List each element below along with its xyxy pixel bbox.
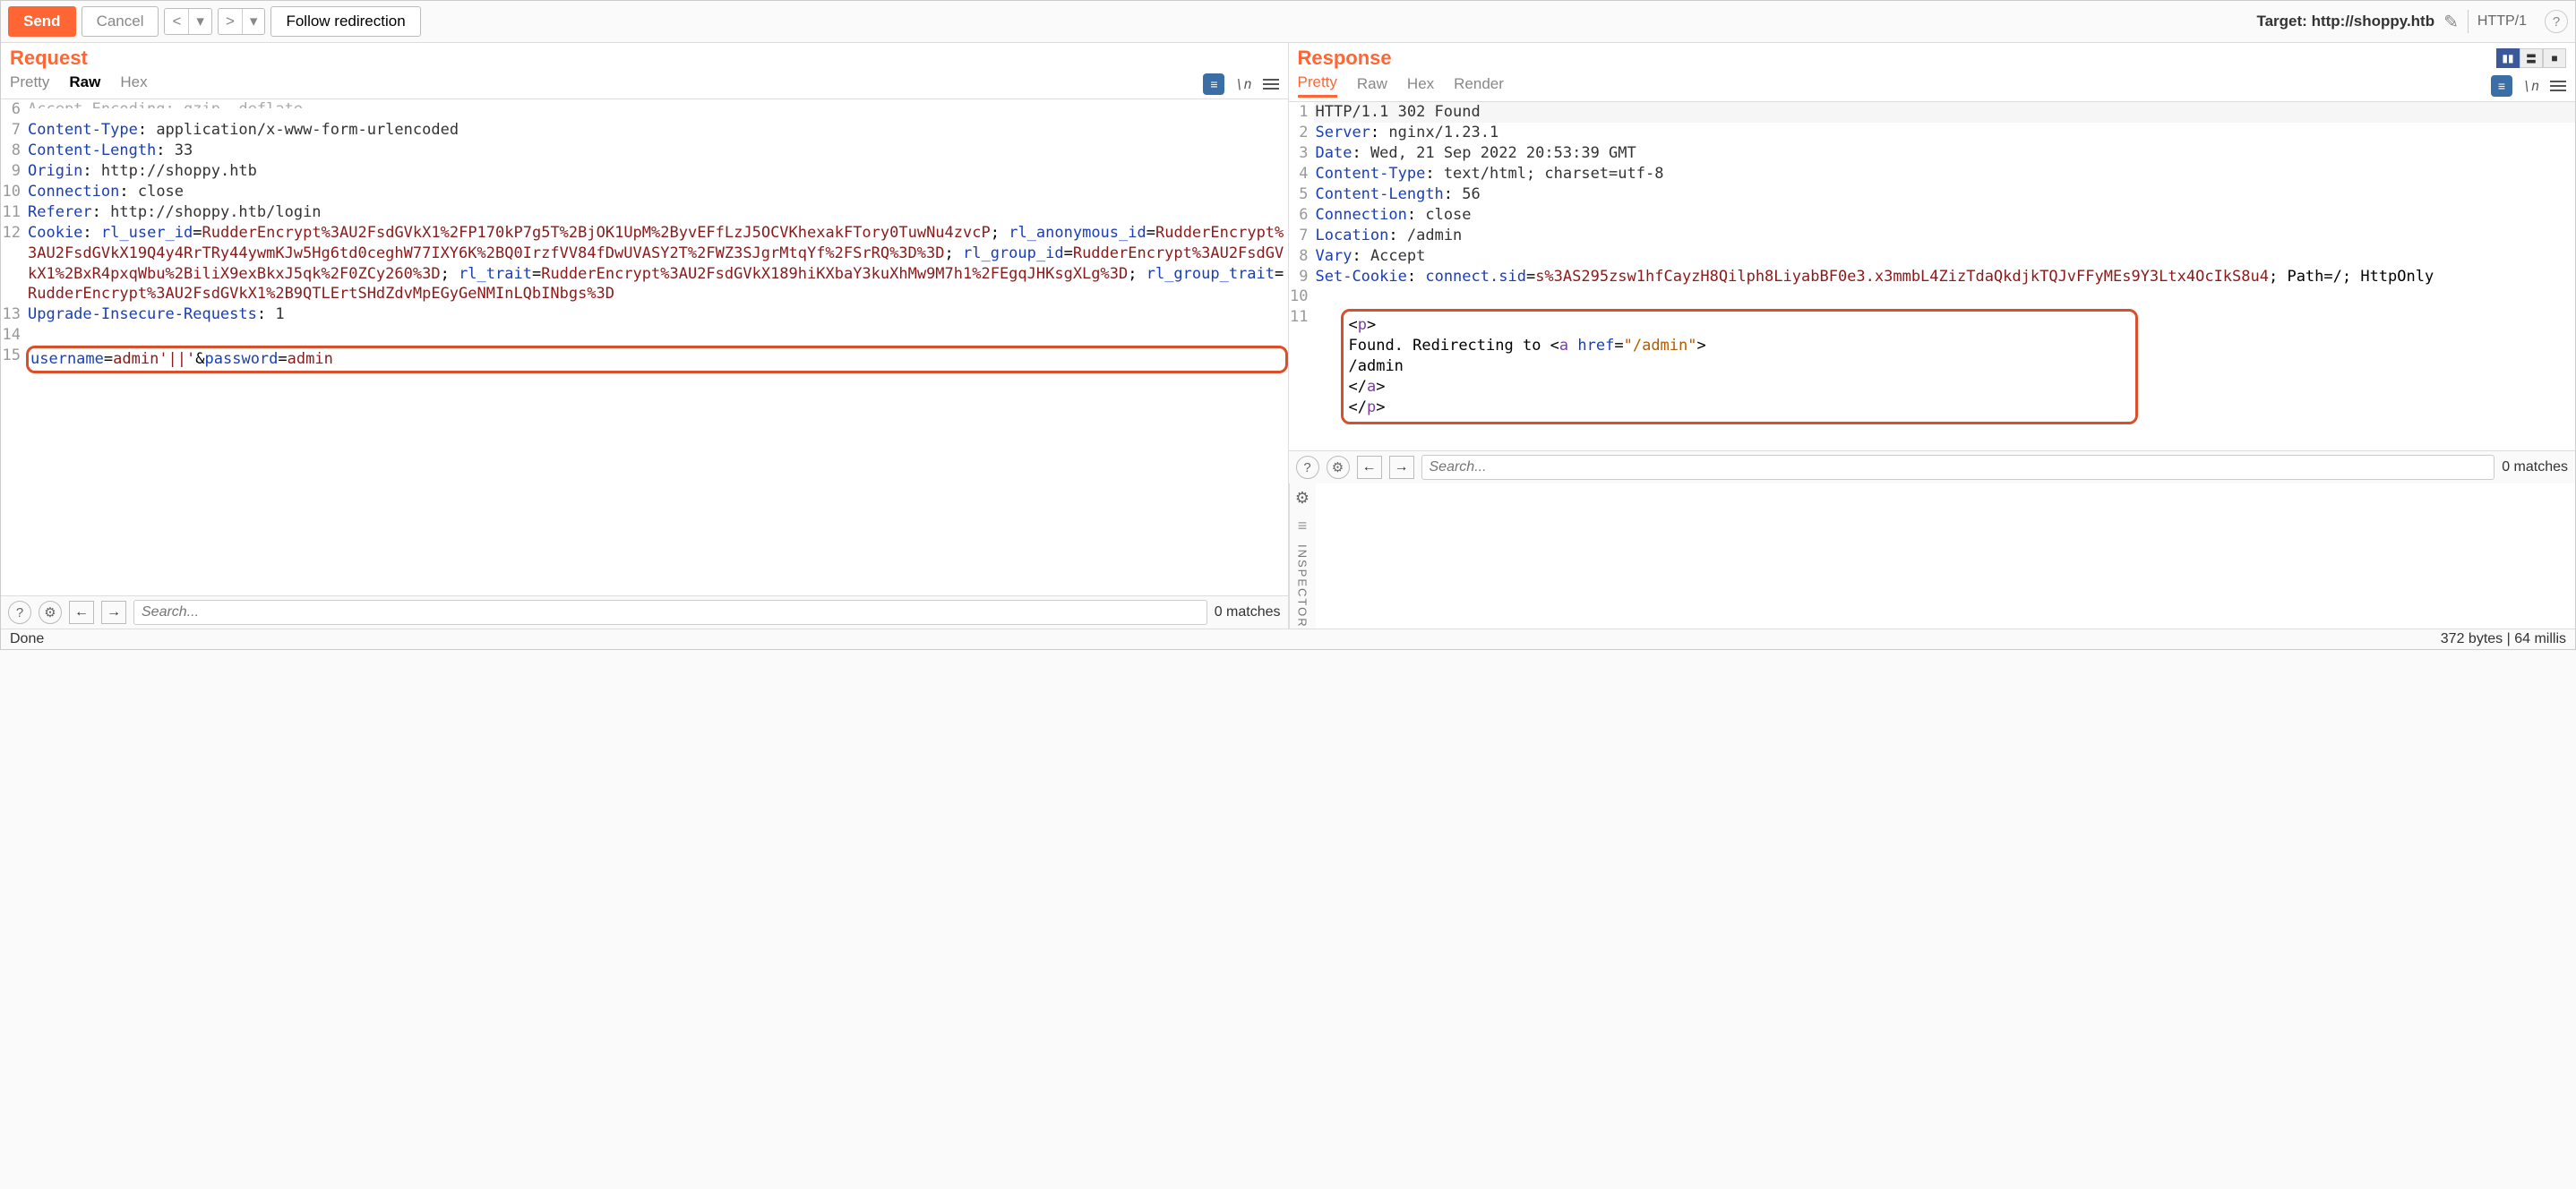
menu-icon[interactable] [1263,76,1279,92]
http-version-badge[interactable]: HTTP/1 [2468,10,2536,33]
layout-toggle[interactable]: ▮▮ 〓 ■ [2496,48,2566,68]
status-right: 372 bytes | 64 millis [2441,631,2566,647]
send-button[interactable]: Send [8,6,76,37]
tab-render[interactable]: Render [1454,75,1504,97]
newline-toggle-icon[interactable]: \n [1235,76,1251,92]
response-line-2: Server: nginx/1.23.1 [1314,123,2576,143]
next-match-icon[interactable]: → [101,601,126,624]
response-line-7: Location: /admin [1314,226,2576,246]
toolbar: Send Cancel <▾ >▾ Follow redirection Tar… [1,1,2575,43]
newline-toggle-icon[interactable]: \n [2523,78,2539,94]
request-search-row: ? ⚙ ← → 0 matches [1,595,1288,629]
request-tabs: Pretty Raw Hex ≡ \n [1,70,1288,99]
next-combo[interactable]: >▾ [218,8,265,35]
statusbar: Done 372 bytes | 64 millis [1,629,2575,649]
prev-match-icon[interactable]: ← [1357,456,1382,479]
request-line-6: Accept-Encoding: gzip, deflate [26,99,1288,108]
target-label: Target: [2256,13,2311,30]
request-matches: 0 matches [1215,604,1281,620]
follow-redirection-button[interactable]: Follow redirection [270,6,420,37]
response-line-1: HTTP/1.1 302 Found [1314,102,2576,123]
response-line-3: Date: Wed, 21 Sep 2022 20:53:39 GMT [1314,143,2576,164]
request-line-10: Connection: close [26,182,1288,202]
format-icon[interactable]: ≡ [2491,75,2512,97]
request-line-11: Referer: http://shoppy.htb/login [26,202,1288,223]
request-line-13: Upgrade-Insecure-Requests: 1 [26,304,1288,325]
layout-stack-icon[interactable]: 〓 [2520,48,2543,68]
layout-single-icon[interactable]: ■ [2543,48,2566,68]
tab-raw[interactable]: Raw [69,73,100,95]
format-icon[interactable]: ≡ [1203,73,1224,95]
response-line-8: Vary: Accept [1314,246,2576,267]
prev-match-icon[interactable]: ← [69,601,94,624]
gear-icon[interactable]: ⚙ [1327,456,1350,479]
status-left: Done [10,631,44,647]
request-line-12: Cookie: rl_user_id=RudderEncrypt%3AU2Fsd… [26,223,1288,305]
response-matches: 0 matches [2502,459,2568,475]
cancel-button[interactable]: Cancel [82,6,159,37]
help-icon[interactable]: ? [8,601,31,624]
request-title: Request [10,47,88,70]
prev-combo[interactable]: <▾ [164,8,211,35]
tab-raw[interactable]: Raw [1357,75,1387,97]
inspector-sidebar[interactable]: ⚙ ≡ INSPECTOR [1289,483,1316,629]
next-match-icon[interactable]: → [1389,456,1414,479]
request-line-14 [26,325,1288,346]
request-line-15: username=admin'||'&password=admin [26,346,1288,373]
response-line-9: Set-Cookie: connect.sid=s%3AS295zsw1hfCa… [1314,267,2576,287]
request-search-input[interactable] [133,600,1207,625]
response-title: Response [1298,47,1392,70]
edit-target-icon[interactable]: ✎ [2443,11,2459,33]
response-line-4: Content-Type: text/html; charset=utf-8 [1314,164,2576,184]
inspector-label: INSPECTOR [1296,544,1309,629]
request-pane: Request Pretty Raw Hex ≡ \n 6Accept-Enco… [1,43,1289,629]
tab-pretty[interactable]: Pretty [10,73,49,95]
tab-hex[interactable]: Hex [1407,75,1434,97]
drag-handle-icon[interactable]: ≡ [1298,517,1308,535]
response-line-5: Content-Length: 56 [1314,184,2576,205]
response-search-input[interactable] [1421,455,2495,480]
target-url: http://shoppy.htb [2312,13,2435,30]
response-search-row: ? ⚙ ← → 0 matches [1289,450,2576,483]
menu-icon[interactable] [2550,78,2566,94]
tab-hex[interactable]: Hex [120,73,147,95]
layout-split-icon[interactable]: ▮▮ [2496,48,2520,68]
tab-pretty[interactable]: Pretty [1298,73,1337,98]
help-icon[interactable]: ? [1296,456,1319,479]
response-body-highlight: <p> Found. Redirecting to <a href="/admi… [1341,309,2139,424]
response-line-6: Connection: close [1314,205,2576,226]
gear-icon[interactable]: ⚙ [1295,489,1309,508]
response-line-10 [1314,287,2576,307]
response-tabs: Pretty Raw Hex Render ≡ \n [1289,70,2576,102]
request-line-8: Content-Length: 33 [26,141,1288,161]
help-icon[interactable]: ? [2545,10,2568,33]
gear-icon[interactable]: ⚙ [39,601,62,624]
response-pane: Response ▮▮ 〓 ■ Pretty Raw Hex Render ≡ … [1289,43,2576,629]
response-editor[interactable]: 1HTTP/1.1 302 Found 2Server: nginx/1.23.… [1289,102,2576,450]
request-line-7: Content-Type: application/x-www-form-url… [26,120,1288,141]
request-editor[interactable]: 6Accept-Encoding: gzip, deflate 7Content… [1,99,1288,595]
request-line-9: Origin: http://shoppy.htb [26,161,1288,182]
